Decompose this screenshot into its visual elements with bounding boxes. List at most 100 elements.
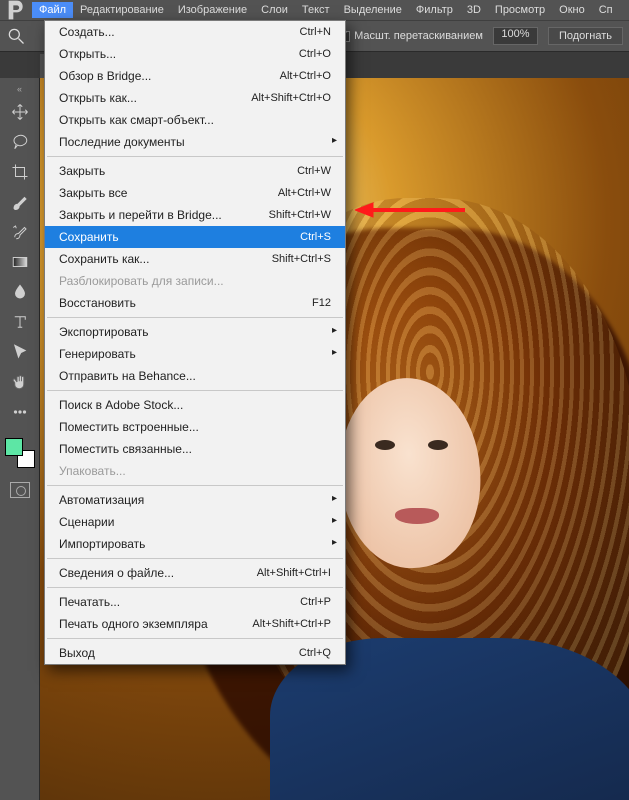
menu-item-label: Открыть... xyxy=(59,47,299,61)
fit-screen-button[interactable]: Подогнать xyxy=(548,27,623,45)
history-brush-tool-icon[interactable] xyxy=(6,220,34,244)
menu-filter[interactable]: Фильтр xyxy=(409,2,460,18)
file-menu-item[interactable]: Импортировать xyxy=(45,533,345,555)
menu-image[interactable]: Изображение xyxy=(171,2,254,18)
main-menubar: Файл Редактирование Изображение Слои Тек… xyxy=(0,0,629,20)
color-swatches[interactable] xyxy=(5,438,35,468)
scrubby-zoom-label: Масшт. перетаскиванием xyxy=(354,30,483,42)
menu-item-label: Восстановить xyxy=(59,296,312,310)
foreground-color-swatch[interactable] xyxy=(5,438,23,456)
menu-item-label: Печать одного экземпляра xyxy=(59,617,252,631)
file-menu-item[interactable]: Создать...Ctrl+N xyxy=(45,21,345,43)
menu-item-label: Упаковать... xyxy=(59,464,331,478)
menu-item-shortcut: Ctrl+S xyxy=(300,231,331,243)
file-menu-item[interactable]: Генерировать xyxy=(45,343,345,365)
brush-tool-icon[interactable] xyxy=(6,190,34,214)
menu-item-label: Обзор в Bridge... xyxy=(59,69,280,83)
file-menu-item[interactable]: Печать одного экземпляраAlt+Shift+Ctrl+P xyxy=(45,613,345,635)
file-menu-item[interactable]: Сведения о файле...Alt+Shift+Ctrl+I xyxy=(45,562,345,584)
file-menu-item[interactable]: Отправить на Behance... xyxy=(45,365,345,387)
menu-item-label: Сведения о файле... xyxy=(59,566,257,580)
more-tools-icon[interactable] xyxy=(6,400,34,424)
zoom-level-input[interactable]: 100% xyxy=(493,27,538,45)
file-menu-item[interactable]: Открыть как...Alt+Shift+Ctrl+O xyxy=(45,87,345,109)
menu-item-label: Разблокировать для записи... xyxy=(59,274,331,288)
menu-item-shortcut: Shift+Ctrl+W xyxy=(269,209,331,221)
file-menu-item[interactable]: ВосстановитьF12 xyxy=(45,292,345,314)
file-menu-item[interactable]: Обзор в Bridge...Alt+Ctrl+O xyxy=(45,65,345,87)
path-select-tool-icon[interactable] xyxy=(6,340,34,364)
file-menu-item[interactable]: Открыть как смарт-объект... xyxy=(45,109,345,131)
menu-separator xyxy=(47,390,343,391)
file-menu-item[interactable]: Сценарии xyxy=(45,511,345,533)
menu-text[interactable]: Текст xyxy=(295,2,337,18)
menu-item-label: Выход xyxy=(59,646,299,660)
menu-item-shortcut: F12 xyxy=(312,297,331,309)
menu-item-label: Поместить встроенные... xyxy=(59,420,331,434)
menu-item-shortcut: Ctrl+P xyxy=(300,596,331,608)
menu-item-label: Открыть как смарт-объект... xyxy=(59,113,331,127)
file-menu-item[interactable]: Поместить встроенные... xyxy=(45,416,345,438)
menu-item-shortcut: Ctrl+O xyxy=(299,48,331,60)
menu-item-label: Сохранить xyxy=(59,230,300,244)
menu-separator xyxy=(47,156,343,157)
tools-panel: « xyxy=(0,78,40,800)
menu-item-label: Экспортировать xyxy=(59,325,331,339)
menu-separator xyxy=(47,638,343,639)
menu-item-label: Создать... xyxy=(59,25,300,39)
file-menu-item[interactable]: СохранитьCtrl+S xyxy=(45,226,345,248)
menu-item-shortcut: Alt+Ctrl+O xyxy=(280,70,331,82)
menu-separator xyxy=(47,587,343,588)
menu-item-label: Импортировать xyxy=(59,537,331,551)
menu-item-label: Поиск в Adobe Stock... xyxy=(59,398,331,412)
file-menu-item[interactable]: Последние документы xyxy=(45,131,345,153)
file-menu-item[interactable]: Открыть...Ctrl+O xyxy=(45,43,345,65)
file-menu-item[interactable]: Закрыть и перейти в Bridge...Shift+Ctrl+… xyxy=(45,204,345,226)
file-menu-item[interactable]: Поиск в Adobe Stock... xyxy=(45,394,345,416)
menu-item-shortcut: Ctrl+W xyxy=(297,165,331,177)
menu-view[interactable]: Просмотр xyxy=(488,2,552,18)
menu-edit[interactable]: Редактирование xyxy=(73,2,171,18)
file-menu-item[interactable]: Закрыть всеAlt+Ctrl+W xyxy=(45,182,345,204)
menu-separator xyxy=(47,317,343,318)
file-menu-item: Упаковать... xyxy=(45,460,345,482)
file-menu-dropdown: Создать...Ctrl+NОткрыть...Ctrl+OОбзор в … xyxy=(44,20,346,665)
file-menu-item[interactable]: Сохранить как...Shift+Ctrl+S xyxy=(45,248,345,270)
zoom-tool-icon[interactable] xyxy=(6,26,26,46)
file-menu-item[interactable]: Автоматизация xyxy=(45,489,345,511)
menu-item-shortcut: Alt+Shift+Ctrl+I xyxy=(257,567,331,579)
menu-item-label: Закрыть все xyxy=(59,186,278,200)
hand-tool-icon[interactable] xyxy=(6,370,34,394)
file-menu-item: Разблокировать для записи... xyxy=(45,270,345,292)
menu-item-label: Поместить связанные... xyxy=(59,442,331,456)
menu-item-shortcut: Alt+Ctrl+W xyxy=(278,187,331,199)
type-tool-icon[interactable] xyxy=(6,310,34,334)
crop-tool-icon[interactable] xyxy=(6,160,34,184)
menu-item-label: Сохранить как... xyxy=(59,252,272,266)
move-tool-icon[interactable] xyxy=(6,100,34,124)
menu-item-shortcut: Ctrl+Q xyxy=(299,647,331,659)
menu-file[interactable]: Файл xyxy=(32,2,73,18)
file-menu-item[interactable]: Экспортировать xyxy=(45,321,345,343)
menu-separator xyxy=(47,558,343,559)
menu-window[interactable]: Окно xyxy=(552,2,592,18)
menu-item-label: Сценарии xyxy=(59,515,331,529)
quick-mask-icon[interactable] xyxy=(10,482,30,498)
gradient-tool-icon[interactable] xyxy=(6,250,34,274)
menu-3d[interactable]: 3D xyxy=(460,2,488,18)
file-menu-item[interactable]: ВыходCtrl+Q xyxy=(45,642,345,664)
collapse-toolbar-icon[interactable]: « xyxy=(17,84,22,94)
menu-select[interactable]: Выделение xyxy=(337,2,409,18)
menu-item-label: Последние документы xyxy=(59,135,331,149)
file-menu-item[interactable]: Поместить связанные... xyxy=(45,438,345,460)
lasso-tool-icon[interactable] xyxy=(6,130,34,154)
blur-tool-icon[interactable] xyxy=(6,280,34,304)
file-menu-item[interactable]: ЗакрытьCtrl+W xyxy=(45,160,345,182)
menu-layers[interactable]: Слои xyxy=(254,2,295,18)
canvas-portrait-lips xyxy=(395,508,439,524)
menu-item-label: Автоматизация xyxy=(59,493,331,507)
menu-item-label: Отправить на Behance... xyxy=(59,369,331,383)
menu-help[interactable]: Сп xyxy=(592,2,620,18)
file-menu-item[interactable]: Печатать...Ctrl+P xyxy=(45,591,345,613)
menu-item-label: Генерировать xyxy=(59,347,331,361)
